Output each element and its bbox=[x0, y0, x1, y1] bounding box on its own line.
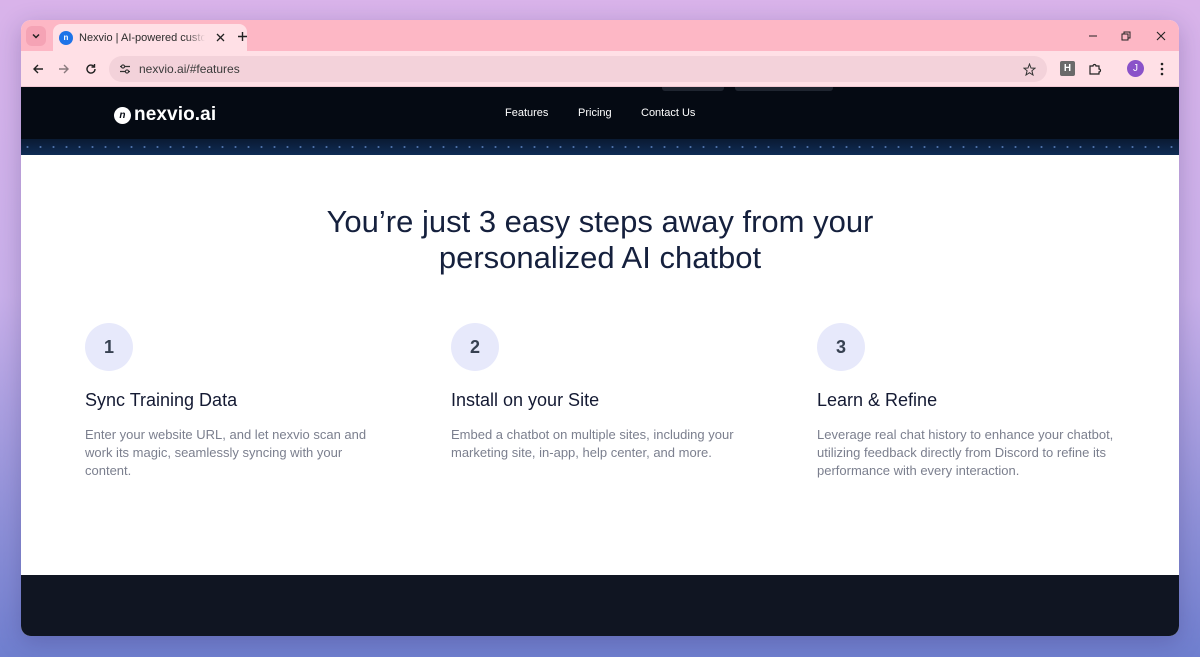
site-info-button[interactable] bbox=[116, 60, 134, 78]
chevron-down-icon bbox=[32, 33, 40, 39]
minimize-icon bbox=[1089, 35, 1097, 37]
reload-button[interactable] bbox=[82, 60, 100, 78]
step-title: Sync Training Data bbox=[85, 390, 238, 410]
nav-link-pricing[interactable]: Pricing bbox=[578, 107, 612, 119]
nav-link-features[interactable]: Features bbox=[505, 107, 548, 119]
step-card: 2 Install on your Site Embed a chatbot o… bbox=[451, 323, 751, 462]
dark-section bbox=[21, 575, 1179, 636]
decorative-pill bbox=[735, 87, 833, 91]
step-title: Install on your Site bbox=[451, 390, 600, 410]
headline-line-2: personalized AI chatbot bbox=[438, 240, 762, 275]
browser-menu-button[interactable] bbox=[1153, 60, 1171, 78]
step-description: Embed a chatbot on multiple sites, inclu… bbox=[451, 427, 734, 460]
nexvio-favicon-icon: n bbox=[59, 30, 73, 45]
logo-text: nexvio.ai bbox=[134, 104, 217, 125]
page-viewport: n nexvio.ai Features Pricing Contact Us … bbox=[21, 87, 1179, 636]
browser-window: n Nexvio | AI-powered customer support bbox=[21, 20, 1179, 636]
arrow-left-icon bbox=[33, 64, 43, 74]
star-icon bbox=[1022, 62, 1036, 76]
puzzle-icon bbox=[1089, 63, 1102, 75]
step-number-badge: 3 bbox=[817, 323, 865, 371]
url-text: nexvio.ai/#features bbox=[139, 62, 240, 76]
extensions-button[interactable] bbox=[1086, 60, 1104, 78]
tab-strip: n Nexvio | AI-powered customer support bbox=[21, 20, 1179, 51]
profile-avatar[interactable]: J bbox=[1127, 60, 1144, 77]
step-card: 3 Learn & Refine Leverage real chat hist… bbox=[817, 323, 1117, 480]
back-button[interactable] bbox=[29, 60, 47, 78]
decorative-pill bbox=[662, 87, 724, 91]
address-bar[interactable]: nexvio.ai/#features bbox=[109, 56, 1047, 82]
dotted-banner bbox=[21, 139, 1179, 155]
extension-h-button[interactable]: H bbox=[1060, 61, 1075, 76]
restore-button[interactable] bbox=[1118, 28, 1134, 44]
nexvio-logo-icon: n bbox=[114, 106, 131, 124]
forward-button[interactable] bbox=[55, 60, 73, 78]
close-window-button[interactable] bbox=[1153, 28, 1169, 44]
site-navbar: n nexvio.ai Features Pricing Contact Us bbox=[21, 87, 1179, 139]
step-title: Learn & Refine bbox=[817, 390, 938, 410]
more-vertical-icon bbox=[1160, 62, 1164, 76]
bookmark-button[interactable] bbox=[1021, 61, 1037, 77]
minimize-button[interactable] bbox=[1085, 28, 1101, 44]
step-number-badge: 1 bbox=[85, 323, 133, 371]
tab-title: Nexvio | AI-powered customer support bbox=[79, 31, 205, 44]
arrow-right-icon bbox=[59, 64, 69, 74]
close-tab-button[interactable] bbox=[213, 31, 227, 45]
plus-icon bbox=[237, 31, 247, 41]
tab-search-button[interactable] bbox=[26, 26, 46, 46]
features-headline: You’re just 3 easy steps away from your … bbox=[21, 204, 1179, 276]
tune-icon bbox=[120, 64, 130, 74]
site-logo[interactable]: n nexvio.ai bbox=[114, 104, 216, 126]
reload-icon bbox=[86, 64, 96, 74]
close-icon bbox=[216, 33, 224, 42]
headline-line-1: You’re just 3 easy steps away from your bbox=[326, 204, 874, 239]
step-number-badge: 2 bbox=[451, 323, 499, 371]
new-tab-button[interactable] bbox=[234, 28, 250, 44]
restore-icon bbox=[1121, 31, 1131, 41]
step-description: Leverage real chat history to enhance yo… bbox=[817, 427, 1114, 478]
close-icon bbox=[1156, 31, 1166, 41]
browser-tab[interactable]: n Nexvio | AI-powered customer support bbox=[53, 24, 247, 51]
browser-toolbar: nexvio.ai/#features H J bbox=[21, 51, 1179, 87]
step-card: 1 Sync Training Data Enter your website … bbox=[85, 323, 385, 480]
step-description: Enter your website URL, and let nexvio s… bbox=[85, 427, 367, 478]
nav-link-contact[interactable]: Contact Us bbox=[641, 107, 695, 119]
